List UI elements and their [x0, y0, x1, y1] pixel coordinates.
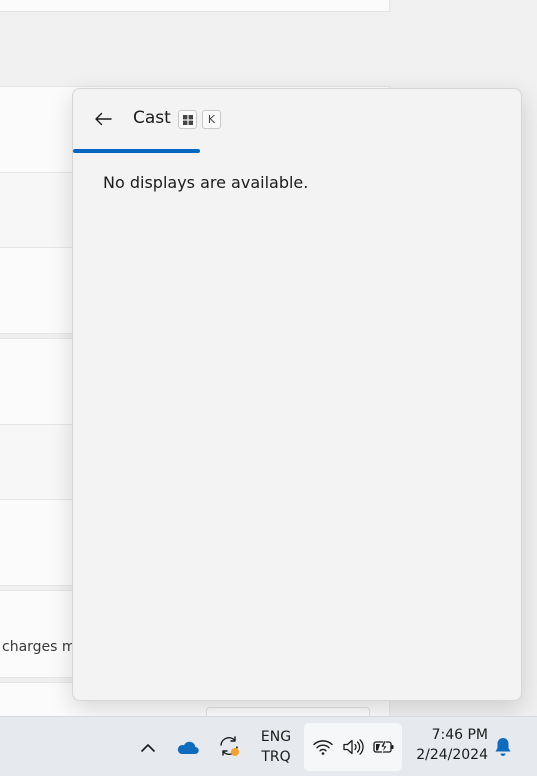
clock-date: 2/24/2024 [416, 747, 488, 763]
language-code: ENG [260, 729, 292, 745]
quick-settings-button[interactable] [304, 723, 402, 771]
clock-button[interactable]: 7:46 PM 2/24/2024 [408, 725, 488, 765]
notifications-button[interactable] [490, 733, 516, 761]
show-hidden-icons-button[interactable] [134, 733, 162, 761]
no-displays-message: No displays are available. [103, 173, 309, 192]
searching-progress-bar [73, 149, 200, 153]
taskbar: ENG TRQ 7:46 PM 2/24/2024 [0, 716, 537, 776]
win-key-icon [182, 114, 193, 125]
onedrive-button[interactable] [172, 733, 202, 761]
sync-button[interactable] [214, 731, 244, 761]
onedrive-icon [177, 741, 199, 755]
chevron-up-icon [141, 743, 155, 752]
input-language-button[interactable]: ENG TRQ [254, 727, 298, 767]
settings-card [0, 0, 390, 12]
keyboard-layout-code: TRQ [261, 749, 291, 765]
shortcut-key-k: K [202, 110, 221, 129]
volume-icon [342, 737, 364, 757]
back-arrow-icon [95, 112, 112, 126]
cast-flyout-title: Cast [133, 108, 171, 128]
back-button[interactable] [87, 103, 119, 135]
shortcut-key-windows [178, 110, 197, 129]
battery-charging-icon [372, 737, 396, 757]
desktop: charges ma Cast K No displays are availa… [0, 0, 537, 776]
clock-time: 7:46 PM [431, 727, 488, 743]
notification-bell-icon [495, 738, 511, 756]
wifi-icon [312, 737, 334, 757]
sync-icon [220, 736, 239, 756]
cast-flyout: Cast K No displays are available. [72, 88, 522, 701]
cast-flyout-header: Cast K [73, 89, 521, 149]
